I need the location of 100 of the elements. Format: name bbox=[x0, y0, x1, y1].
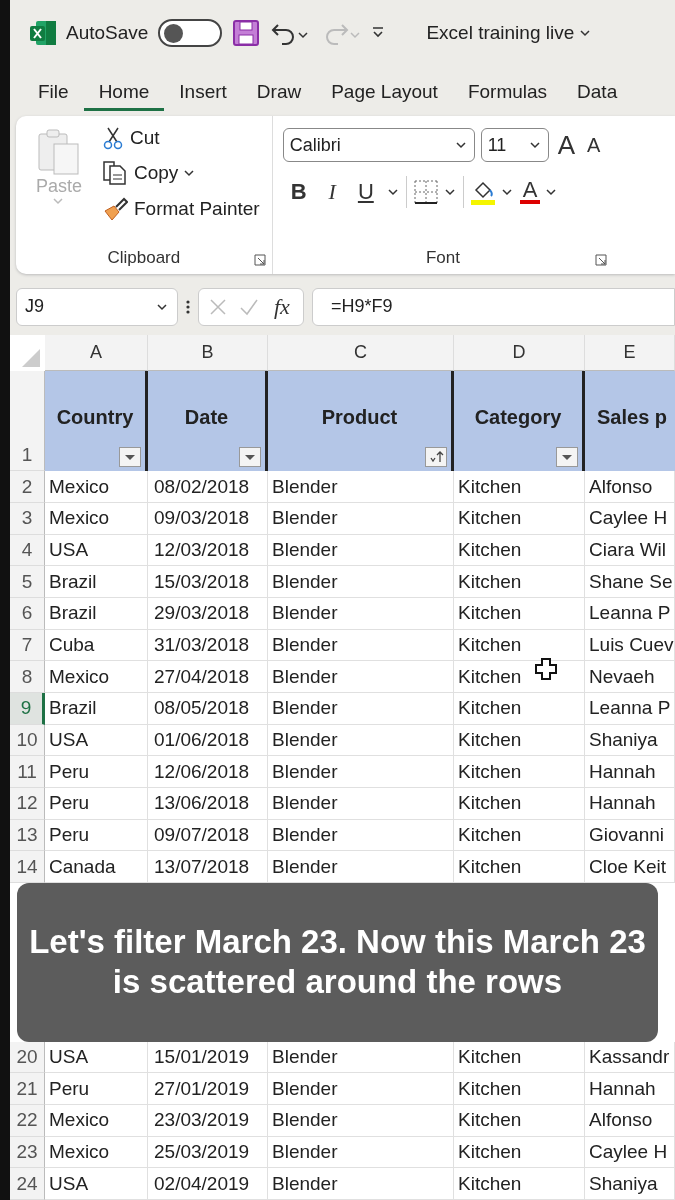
table-cell: 25/03/2019 bbox=[148, 1136, 268, 1169]
row-header[interactable]: 1 bbox=[10, 371, 45, 472]
column-header[interactable]: E bbox=[585, 335, 675, 372]
font-name-field[interactable]: Calibri bbox=[282, 128, 475, 163]
table-cell: 01/06/2018 bbox=[148, 724, 268, 757]
table-cell: Blender bbox=[268, 1041, 454, 1074]
row-header[interactable]: 5 bbox=[10, 566, 45, 598]
table-cell: Kitchen bbox=[454, 1168, 585, 1200]
insert-function-button[interactable]: fx bbox=[271, 293, 293, 320]
table-cell: Brazil bbox=[45, 566, 148, 598]
table-cell: 31/03/2018 bbox=[148, 629, 268, 662]
row-header[interactable]: 4 bbox=[10, 534, 45, 567]
name-box[interactable]: J9 bbox=[16, 287, 178, 326]
table-cell: Blender bbox=[268, 1104, 454, 1137]
chevron-icon bbox=[455, 141, 468, 150]
row-header[interactable]: 11 bbox=[10, 756, 45, 789]
table-cell: Blender bbox=[268, 597, 454, 630]
table-cell: Nevaeh bbox=[585, 661, 675, 693]
filter-dropdown-icon[interactable] bbox=[239, 447, 261, 468]
paintbrush-icon bbox=[102, 196, 128, 223]
check-icon[interactable] bbox=[239, 297, 259, 316]
row-header[interactable]: 3 bbox=[10, 502, 45, 535]
table-cell: Giovanni bbox=[585, 819, 675, 852]
table-cell: 23/03/2019 bbox=[148, 1104, 268, 1137]
table-cell: Alfonso bbox=[585, 471, 675, 503]
dialog-launcher-icon[interactable] bbox=[595, 253, 608, 266]
italic-button[interactable]: I bbox=[320, 179, 344, 206]
autosave-toggle[interactable] bbox=[158, 19, 223, 48]
table-cell: Kitchen bbox=[454, 1073, 585, 1105]
row-header[interactable]: 7 bbox=[10, 629, 45, 662]
cut-button[interactable]: Cut bbox=[100, 124, 262, 153]
row-header[interactable]: 21 bbox=[10, 1073, 45, 1105]
table-cell: Cuba bbox=[45, 629, 148, 662]
menu-tab[interactable]: Home bbox=[83, 67, 165, 111]
table-cell: Blender bbox=[268, 471, 454, 503]
table-cell: Kitchen bbox=[454, 756, 585, 789]
filter-dropdown-icon[interactable] bbox=[556, 447, 578, 468]
row-header[interactable]: 6 bbox=[10, 597, 45, 630]
row-header[interactable]: 20 bbox=[10, 1041, 45, 1074]
table-cell: Shane Se bbox=[585, 566, 675, 598]
file-name-button[interactable]: Excel training live bbox=[424, 20, 595, 47]
table-cell: USA bbox=[45, 1041, 148, 1074]
scissors-icon bbox=[102, 126, 124, 151]
format-painter-button[interactable]: Format Painter bbox=[100, 194, 262, 225]
table-cell: Hannah bbox=[585, 1073, 675, 1105]
copy-button[interactable]: Copy bbox=[100, 158, 262, 189]
column-header[interactable]: C bbox=[268, 335, 454, 372]
row-header[interactable]: 23 bbox=[10, 1136, 45, 1169]
table-cell: Blender bbox=[268, 819, 454, 852]
row-header[interactable]: 9 bbox=[10, 693, 45, 725]
borders-icon[interactable] bbox=[412, 179, 439, 206]
formula-field[interactable]: =H9*F9 bbox=[311, 287, 675, 326]
sort-filter-icon[interactable] bbox=[425, 447, 447, 468]
autosave-label: AutoSave bbox=[66, 22, 149, 45]
table-cell: Shaniya bbox=[585, 724, 675, 757]
save-icon[interactable] bbox=[232, 19, 261, 48]
menu-tab[interactable]: Formulas bbox=[452, 67, 563, 111]
group-label: Clipboard bbox=[107, 247, 181, 269]
font-color-button[interactable]: A bbox=[519, 180, 541, 205]
table-cell: Kitchen bbox=[454, 788, 585, 820]
row-header[interactable]: 12 bbox=[10, 788, 45, 820]
table-cell: 08/05/2018 bbox=[148, 693, 268, 725]
table-cell: Leanna P bbox=[585, 597, 675, 630]
row-header[interactable]: 10 bbox=[10, 724, 45, 757]
row-header[interactable]: 13 bbox=[10, 819, 45, 852]
menu-tab[interactable]: Page Layout bbox=[316, 67, 453, 111]
row-header[interactable]: 8 bbox=[10, 661, 45, 693]
chevron-icon bbox=[580, 29, 593, 38]
table-header: Sales p bbox=[585, 371, 675, 472]
table-cell: Blender bbox=[268, 724, 454, 757]
table-cell: 29/03/2018 bbox=[148, 597, 268, 630]
table-header: Product bbox=[268, 371, 454, 472]
grow-font-button[interactable]: A bbox=[554, 129, 578, 161]
filter-dropdown-icon[interactable] bbox=[119, 447, 141, 468]
underline-button[interactable]: U bbox=[349, 179, 382, 206]
table-cell: Kitchen bbox=[454, 819, 585, 852]
dialog-launcher-icon[interactable] bbox=[253, 253, 266, 266]
table-cell: Mexico bbox=[45, 1136, 148, 1169]
bold-button[interactable]: B bbox=[282, 179, 315, 206]
table-cell: Peru bbox=[45, 788, 148, 820]
row-header[interactable]: 24 bbox=[10, 1168, 45, 1200]
table-cell: Brazil bbox=[45, 693, 148, 725]
table-cell: Blender bbox=[268, 502, 454, 535]
table-cell: Brazil bbox=[45, 597, 148, 630]
table-cell: Blender bbox=[268, 534, 454, 567]
column-header[interactable]: B bbox=[148, 335, 268, 372]
table-cell: 13/06/2018 bbox=[148, 788, 268, 820]
row-header[interactable]: 14 bbox=[10, 851, 45, 884]
row-header[interactable]: 22 bbox=[10, 1104, 45, 1137]
menu-tab[interactable]: Insert bbox=[164, 67, 242, 111]
menu-tab[interactable]: Draw bbox=[241, 67, 317, 111]
column-header[interactable]: D bbox=[454, 335, 585, 372]
table-cell: Blender bbox=[268, 756, 454, 789]
column-header[interactable]: A bbox=[45, 335, 148, 372]
font-size-field[interactable]: 11 bbox=[480, 128, 549, 163]
menu-tab[interactable]: Data bbox=[562, 67, 633, 111]
table-cell: 15/01/2019 bbox=[148, 1041, 268, 1074]
shrink-font-button[interactable]: A bbox=[584, 133, 604, 157]
row-header[interactable]: 2 bbox=[10, 471, 45, 503]
menu-tab[interactable]: File bbox=[28, 67, 84, 111]
